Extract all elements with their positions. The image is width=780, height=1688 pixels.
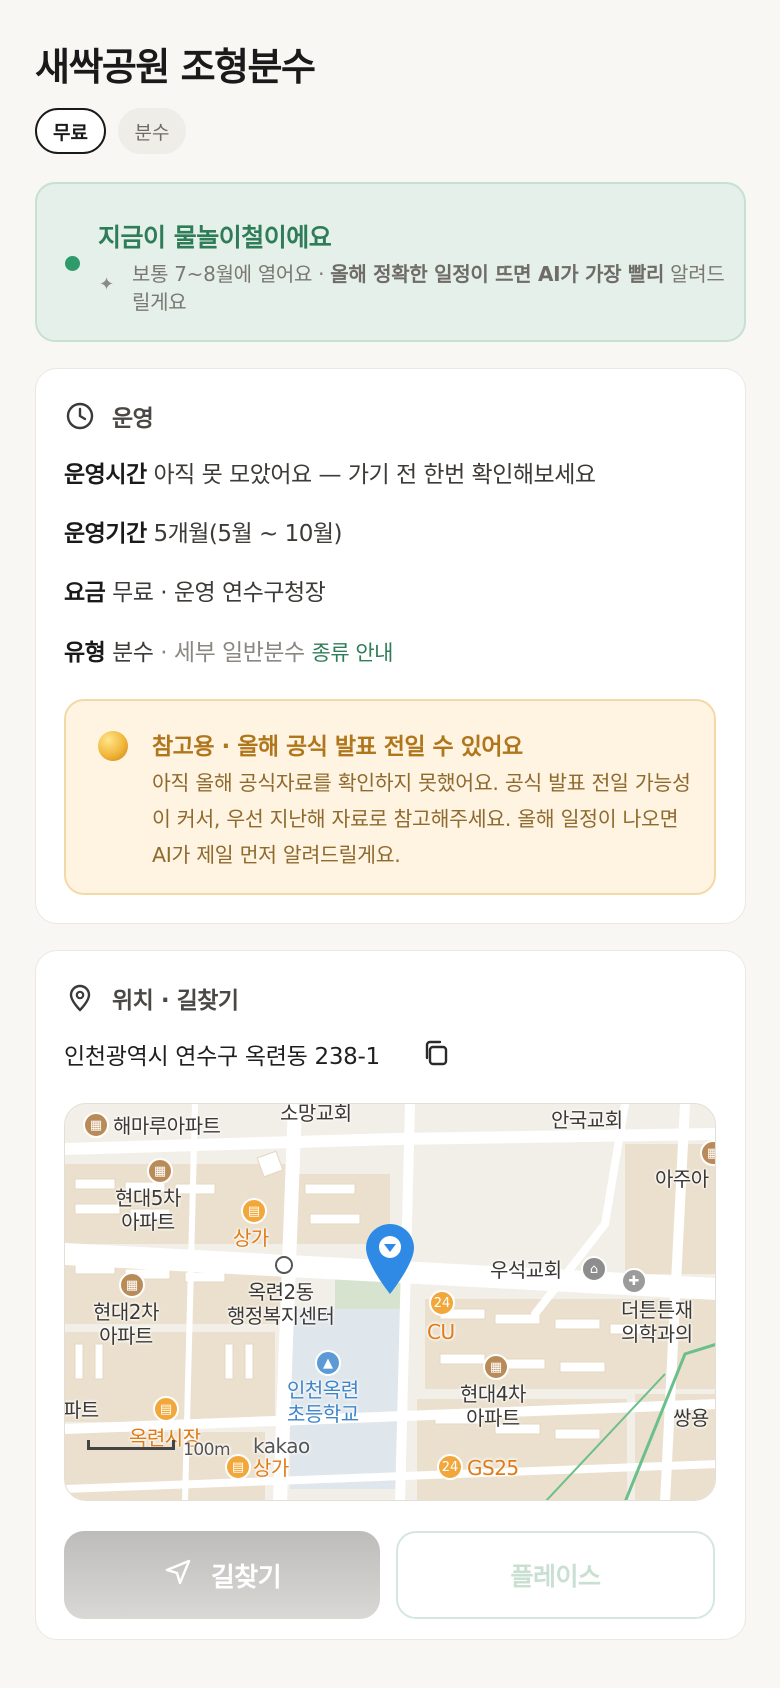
action-buttons: 길찾기 플레이스 (64, 1531, 715, 1619)
status-dot (65, 256, 80, 271)
map-label-apt3: 현대2차 아파트 (93, 1300, 159, 1348)
map-scale-label: 100m (183, 1440, 231, 1460)
tag-chips: 무료 분수 (35, 108, 186, 154)
hospital-icon: ✚ (621, 1268, 647, 1294)
notice-body: 아직 올해 공식자료를 확인하지 못했어요. 공식 발표 전일 가능성이 커서,… (152, 771, 691, 867)
info-key: 운영기간 (64, 521, 147, 547)
place-detail-page: 새싹공원 조형분수 무료 분수 지금이 물놀이철이에요 ✦ 보통 7~8월에 열… (0, 0, 780, 1688)
school-icon: ▲ (315, 1350, 341, 1376)
map-label-apt2: 현대5차 아파트 (115, 1186, 181, 1234)
map-label-shop1: 상가 (233, 1226, 269, 1250)
office-icon (275, 1256, 293, 1274)
copy-icon[interactable] (420, 1037, 452, 1069)
season-banner: 지금이 물놀이철이에요 ✦ 보통 7~8월에 열어요 · 올해 정확한 일정이 … (35, 182, 746, 342)
reference-notice: 참고용 · 올해 공식 발표 전일 수 있어요 아직 올해 공식자료를 확인하지… (64, 699, 716, 895)
location-card: 위치 · 길찾기 인천광역시 연수구 옥련동 238-1 ▦ 해마루아파트 소망… (35, 950, 746, 1640)
church-icon: ⌂ (581, 1256, 607, 1282)
chip-free[interactable]: 무료 (35, 108, 106, 154)
place-button[interactable]: 플레이스 (396, 1531, 715, 1619)
type-guide-link[interactable]: 종류 안내 (312, 641, 394, 665)
info-value: 분수 (112, 640, 154, 666)
info-value: 무료 · 운영 연수구청장 (112, 580, 326, 606)
navigate-button-label: 길찾기 (210, 1561, 282, 1592)
info-key: 유형 (64, 640, 106, 666)
info-value: 아직 못 모았어요 — 가기 전 한번 확인해보세요 (153, 462, 596, 488)
location-pin-icon (64, 982, 96, 1014)
coin-icon (98, 731, 128, 761)
operation-title: 운영 (112, 406, 154, 432)
info-row-hours: 운영시간 아직 못 모았어요 — 가기 전 한번 확인해보세요 (64, 455, 596, 489)
navigate-button[interactable]: 길찾기 (64, 1531, 380, 1619)
chip-fountain[interactable]: 분수 (117, 108, 186, 154)
map-label-church3: 우석교회 (490, 1258, 562, 1282)
navigation-arrow-icon (163, 1557, 193, 1594)
location-map[interactable]: ▦ 해마루아파트 소망교회 안국교회 ▦ 아주아 ▦ 현대5차 아파트 ▤ 상가… (64, 1103, 716, 1501)
clock-icon (64, 400, 96, 432)
apartment-icon: ▦ (83, 1112, 109, 1138)
map-label-ssangyong: 쌍용 (673, 1406, 709, 1430)
sparkle-icon: ✦ (99, 274, 115, 295)
map-label-school: 인천옥련 초등학교 (287, 1378, 359, 1426)
info-key: 요금 (64, 580, 106, 606)
map-marker-icon[interactable] (363, 1222, 417, 1296)
shop-icon: ▤ (225, 1454, 251, 1480)
map-label-church2: 안국교회 (551, 1108, 623, 1132)
operation-card: 운영 운영시간 아직 못 모았어요 — 가기 전 한번 확인해보세요 운영기간 … (35, 368, 746, 924)
location-header: 위치 · 길찾기 (64, 981, 239, 1015)
info-row-period: 운영기간 5개월(5월 ~ 10월) (64, 514, 342, 548)
address-text: 인천광역시 연수구 옥련동 238-1 (64, 1044, 380, 1070)
map-label-apt1: 해마루아파트 (113, 1114, 221, 1138)
info-row-type: 유형 분수 · 세부 일반분수 종류 안내 (64, 633, 393, 667)
apartment-icon: ▦ (483, 1354, 509, 1380)
notice-title: 참고용 · 올해 공식 발표 전일 수 있어요 (152, 734, 523, 760)
season-title: 지금이 물놀이철이에요 (98, 223, 332, 252)
map-label-cu: CU (427, 1320, 455, 1344)
apartment-icon: ▦ (119, 1272, 145, 1298)
convenience-store-icon: 24 (437, 1454, 463, 1480)
map-label-apt-left: 파트 (64, 1398, 99, 1422)
map-label-apt4: 현대4차 아파트 (460, 1382, 526, 1430)
operation-header: 운영 (64, 399, 154, 433)
map-label-church1: 소망교회 (280, 1103, 352, 1125)
map-label-hospital: 더튼튼재 의학과의 (621, 1298, 693, 1346)
shop-icon: ▤ (241, 1198, 267, 1224)
info-value: 5개월(5월 ~ 10월) (153, 521, 342, 547)
season-description: 보통 7~8월에 열어요 · 올해 정확한 일정이 뜨면 AI가 가장 빨리 알… (132, 262, 725, 314)
info-subtype: · 세부 일반분수 (160, 640, 305, 666)
info-key: 운영시간 (64, 462, 147, 488)
map-label-shop2: 상가 (253, 1456, 289, 1480)
apartment-icon: ▦ (147, 1158, 173, 1184)
map-label-office: 옥련2동 행정복지센터 (227, 1280, 335, 1328)
map-brand-logo: kakao (253, 1434, 310, 1458)
map-scale-bar (87, 1440, 175, 1450)
location-title: 위치 · 길찾기 (112, 988, 239, 1014)
page-title: 새싹공원 조형분수 (35, 45, 316, 89)
map-label-gs25: GS25 (467, 1456, 519, 1480)
convenience-store-icon: 24 (429, 1290, 455, 1316)
map-label-apt-edge: 아주아 (655, 1167, 709, 1191)
info-row-fee: 요금 무료 · 운영 연수구청장 (64, 573, 326, 607)
shop-icon: ▤ (153, 1396, 179, 1422)
